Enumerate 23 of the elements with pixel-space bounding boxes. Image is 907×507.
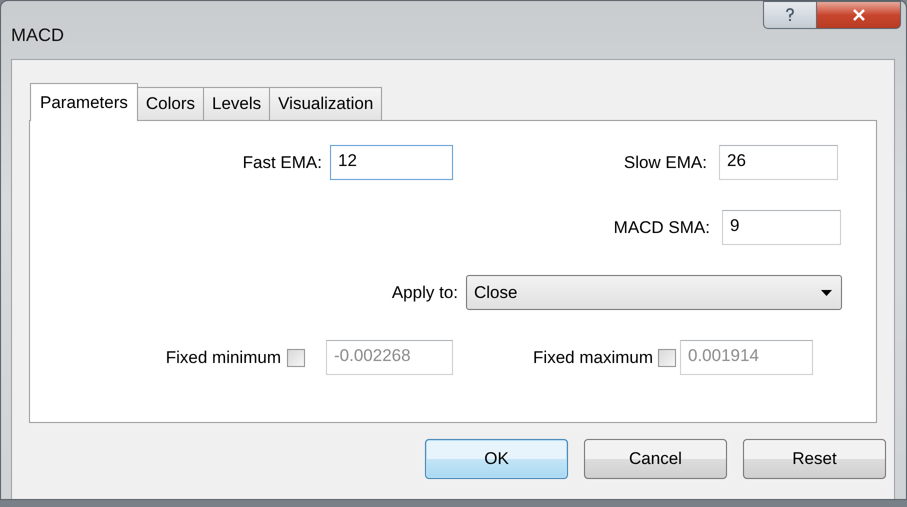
dialog-button[interactable]: Cancel: [584, 439, 727, 479]
field-label: Fast EMA:: [242, 152, 323, 172]
dialog-button[interactable]: Reset: [743, 439, 886, 479]
dropdown-caret-icon: [821, 290, 832, 296]
close-icon: [852, 9, 866, 21]
macd-sma-field[interactable]: 9: [722, 210, 841, 245]
help-icon: [785, 8, 795, 22]
checkbox-label: Fixed maximum: [532, 348, 654, 368]
field-label: Apply to:: [390, 282, 459, 302]
tab[interactable]: Visualization: [269, 87, 382, 120]
field-label: MACD SMA:: [612, 218, 711, 238]
fast-ema-field[interactable]: 12: [330, 145, 453, 180]
help-button[interactable]: [763, 1, 817, 29]
dialog-button[interactable]: OK: [425, 439, 568, 479]
window-title: MACD: [11, 25, 64, 46]
tab[interactable]: Parameters: [30, 83, 138, 121]
field-label: Slow EMA:: [622, 152, 708, 172]
apply-to-dropdown[interactable]: Close: [466, 275, 842, 310]
tab[interactable]: Colors: [136, 87, 204, 120]
close-button[interactable]: [817, 1, 901, 29]
tab[interactable]: Levels: [203, 87, 270, 120]
slow-ema-field[interactable]: 26: [719, 145, 838, 180]
checkbox-label: Fixed minimum: [164, 348, 282, 368]
